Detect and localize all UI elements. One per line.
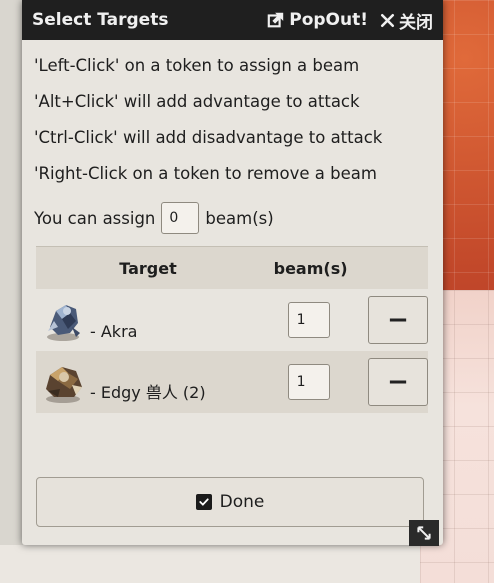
instruction-left-click: 'Left-Click' on a token to assign a beam bbox=[34, 56, 360, 75]
resize-handle[interactable] bbox=[409, 520, 439, 546]
target-name: - Edgy 兽人 (2) bbox=[90, 383, 206, 402]
targets-table: Target beam(s) - Akra 1 − - Edgy 兽人 (2) … bbox=[36, 246, 428, 413]
table-row: - Edgy 兽人 (2) 1 − bbox=[36, 351, 428, 413]
remove-cell: − bbox=[361, 289, 428, 351]
select-targets-window: Select Targets PopOut! 关闭 'Left-Click' o… bbox=[22, 0, 443, 546]
window-title: Select Targets bbox=[32, 10, 169, 30]
akra-token-icon bbox=[40, 297, 86, 343]
window-content: 'Left-Click' on a token to assign a beam… bbox=[22, 40, 443, 413]
popout-label: PopOut! bbox=[289, 10, 368, 30]
remove-beam-button[interactable]: − bbox=[368, 358, 428, 406]
table-header-row: Target beam(s) bbox=[36, 246, 428, 289]
edgy-token-icon bbox=[40, 359, 86, 405]
window-header[interactable]: Select Targets PopOut! 关闭 bbox=[22, 0, 443, 40]
done-label: Done bbox=[219, 492, 265, 512]
assign-suffix: beam(s) bbox=[205, 208, 274, 228]
external-link-icon bbox=[267, 12, 284, 28]
table-row: - Akra 1 − bbox=[36, 289, 428, 351]
target-cell: - Edgy 兽人 (2) bbox=[36, 351, 260, 413]
column-header-actions bbox=[361, 246, 428, 289]
beams-cell: 1 bbox=[260, 289, 361, 351]
beam-count-input[interactable]: 1 bbox=[287, 364, 330, 400]
beams-cell: 1 bbox=[260, 351, 361, 413]
close-label: 关闭 bbox=[399, 12, 433, 33]
instruction-alt-click: 'Alt+Click' will add advantage to attack bbox=[34, 92, 360, 111]
close-icon bbox=[380, 13, 395, 27]
remove-cell: − bbox=[361, 351, 428, 413]
instruction-ctrl-click: 'Ctrl-Click' will add disadvantage to at… bbox=[34, 128, 383, 147]
map-canvas-bottom[interactable] bbox=[0, 545, 420, 583]
close-button[interactable]: 关闭 bbox=[380, 8, 433, 33]
remove-beam-button[interactable]: − bbox=[368, 296, 428, 344]
assign-prefix: You can assign bbox=[34, 208, 156, 228]
done-button[interactable]: Done bbox=[36, 477, 424, 527]
instruction-right-click: 'Right-Click on a token to remove a beam bbox=[34, 164, 377, 183]
assign-count-input[interactable]: 0 bbox=[161, 202, 200, 234]
target-cell: - Akra bbox=[36, 289, 260, 351]
column-header-target: Target bbox=[36, 246, 260, 289]
checkbox-check-icon bbox=[195, 494, 212, 510]
popout-button[interactable]: PopOut! bbox=[267, 10, 368, 30]
target-name: - Akra bbox=[90, 322, 138, 341]
beam-count-input[interactable]: 1 bbox=[287, 302, 330, 338]
resize-icon bbox=[417, 526, 431, 540]
assign-row: You can assign 0 beam(s) bbox=[34, 202, 431, 234]
column-header-beams: beam(s) bbox=[259, 246, 362, 289]
